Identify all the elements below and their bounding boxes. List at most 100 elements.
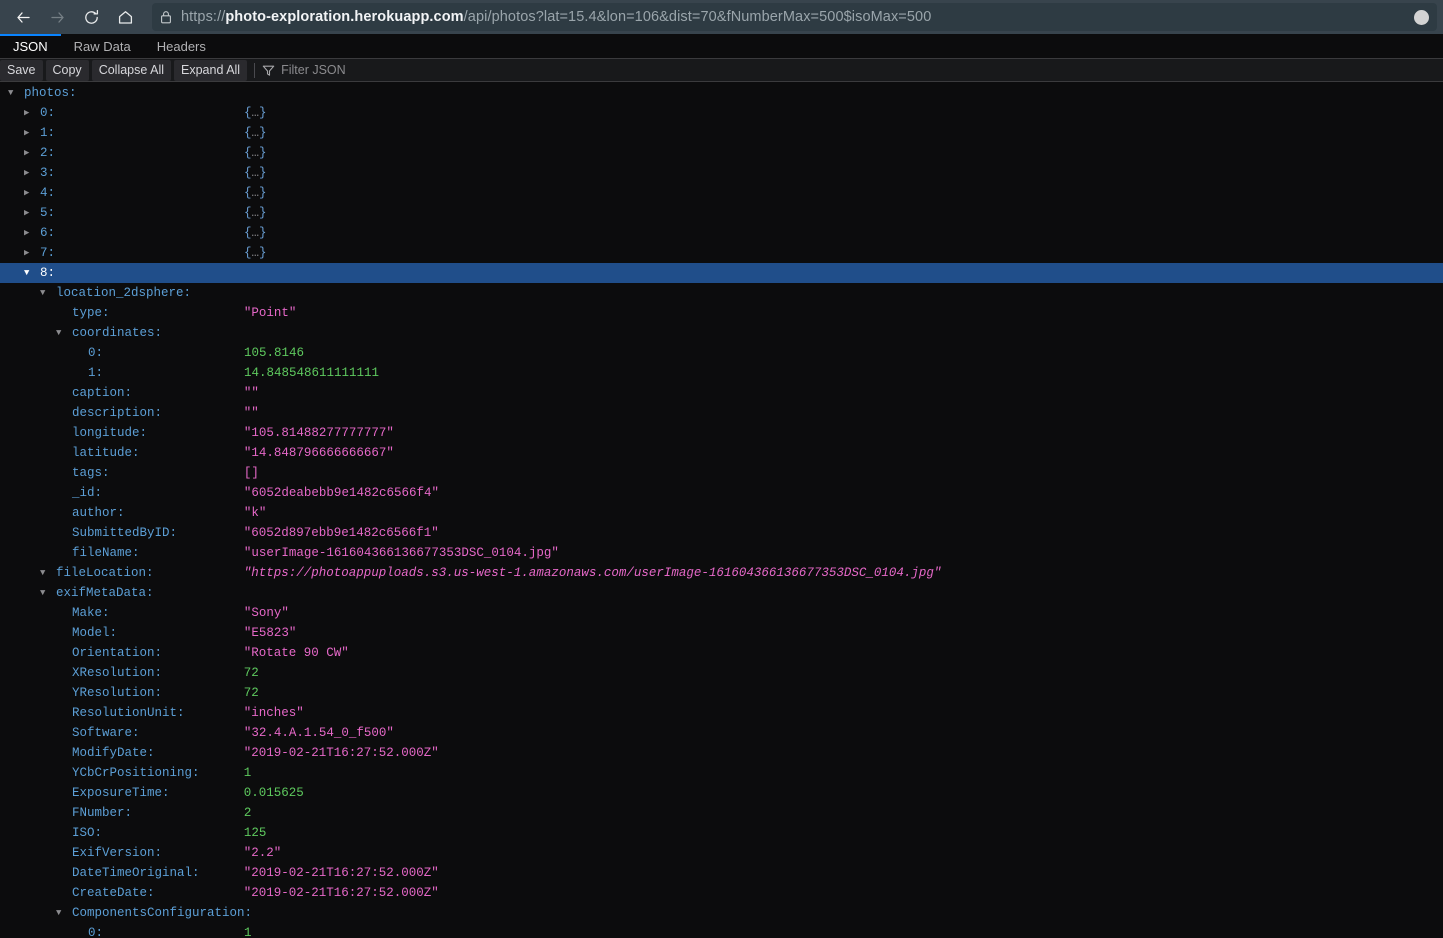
json-row[interactable]: ▼ exifMetaData:: [0, 583, 1443, 603]
json-row[interactable]: ExifVersion: "2.2": [0, 843, 1443, 863]
json-key: tags:: [72, 466, 110, 480]
json-row[interactable]: ▼ 8:: [0, 263, 1443, 283]
json-row[interactable]: ResolutionUnit: "inches": [0, 703, 1443, 723]
chevron-right-icon[interactable]: ▶: [24, 163, 36, 183]
json-row[interactable]: caption: "": [0, 383, 1443, 403]
json-row[interactable]: XResolution: 72: [0, 663, 1443, 683]
filter-json-field[interactable]: [262, 63, 1443, 77]
collapse-all-button[interactable]: Collapse All: [91, 59, 172, 81]
json-row[interactable]: ▼ photos:: [0, 83, 1443, 103]
json-key: ResolutionUnit:: [72, 706, 185, 720]
forward-button[interactable]: [40, 2, 74, 32]
json-row[interactable]: description: "": [0, 403, 1443, 423]
json-row[interactable]: tags: []: [0, 463, 1443, 483]
json-value: {…}: [243, 206, 267, 220]
json-value: "userImage-161604366136677353DSC_0104.jp…: [243, 546, 559, 560]
json-row[interactable]: ModifyDate: "2019-02-21T16:27:52.000Z": [0, 743, 1443, 763]
chevron-right-icon[interactable]: ▶: [24, 143, 36, 163]
json-row[interactable]: latitude: "14.848796666666667": [0, 443, 1443, 463]
json-value: "Sony": [243, 606, 289, 620]
json-value: 125: [243, 826, 267, 840]
home-button[interactable]: [108, 2, 142, 32]
json-key: Software:: [72, 726, 140, 740]
json-row[interactable]: fileName: "userImage-161604366136677353DS…: [0, 543, 1443, 563]
json-row[interactable]: longitude: "105.81488277777777": [0, 423, 1443, 443]
json-row[interactable]: DateTimeOriginal: "2019-02-21T16:27:52.00…: [0, 863, 1443, 883]
copy-button[interactable]: Copy: [45, 59, 89, 81]
json-row[interactable]: 0: 105.8146: [0, 343, 1443, 363]
json-row[interactable]: ▼ fileLocation: "https://photoappuploads.s…: [0, 563, 1443, 583]
json-row[interactable]: YCbCrPositioning: 1: [0, 763, 1443, 783]
tab-raw-data[interactable]: Raw Data: [61, 34, 144, 58]
json-row[interactable]: Make: "Sony": [0, 603, 1443, 623]
json-value: "105.81488277777777": [243, 426, 394, 440]
chevron-right-icon[interactable]: ▶: [24, 243, 36, 263]
json-row[interactable]: type: "Point": [0, 303, 1443, 323]
back-button[interactable]: [6, 2, 40, 32]
chevron-right-icon[interactable]: ▶: [24, 203, 36, 223]
json-key: 1:: [88, 366, 104, 380]
chevron-down-icon[interactable]: ▼: [40, 283, 52, 303]
json-toolbar: Save Copy Collapse All Expand All: [0, 59, 1443, 82]
json-row[interactable]: ▶ 0: {…}: [0, 103, 1443, 123]
chevron-down-icon[interactable]: ▼: [56, 903, 68, 923]
json-tree[interactable]: ▼ photos: ▶ 0: {…} ▶ 1: {…} ▶ 2: {…} ▶ 3: {…} ▶ 4: {…} ▶ 5…: [0, 82, 1443, 938]
tab-json[interactable]: JSON: [0, 34, 61, 58]
json-key: fileLocation:: [56, 566, 154, 580]
json-key: _id:: [72, 486, 103, 500]
filter-json-input[interactable]: [281, 63, 1443, 77]
chevron-down-icon[interactable]: ▼: [56, 323, 68, 343]
json-row[interactable]: author: "k": [0, 503, 1443, 523]
chevron-down-icon[interactable]: ▼: [24, 263, 36, 283]
expand-all-button[interactable]: Expand All: [174, 59, 248, 81]
json-key: ExposureTime:: [72, 786, 170, 800]
account-circle-icon[interactable]: [1414, 9, 1429, 25]
json-row[interactable]: ▶ 4: {…}: [0, 183, 1443, 203]
json-row[interactable]: ▶ 2: {…}: [0, 143, 1443, 163]
chevron-down-icon[interactable]: ▼: [40, 563, 52, 583]
json-row[interactable]: ▶ 7: {…}: [0, 243, 1443, 263]
reload-button[interactable]: [74, 2, 108, 32]
json-value: "2019-02-21T16:27:52.000Z": [243, 866, 439, 880]
json-row[interactable]: 1: 14.848548611111111: [0, 363, 1443, 383]
chevron-right-icon[interactable]: ▶: [24, 223, 36, 243]
json-value: {…}: [243, 146, 267, 160]
json-row[interactable]: ▶ 3: {…}: [0, 163, 1443, 183]
chevron-right-icon[interactable]: ▶: [24, 123, 36, 143]
json-row[interactable]: Model: "E5823": [0, 623, 1443, 643]
tab-json-label: JSON: [13, 38, 48, 54]
json-key: coordinates:: [72, 326, 163, 340]
json-row[interactable]: YResolution: 72: [0, 683, 1443, 703]
json-key: 3:: [40, 166, 56, 180]
url-bar[interactable]: https://photo-exploration.herokuapp.com/…: [152, 3, 1437, 31]
json-row[interactable]: FNumber: 2: [0, 803, 1443, 823]
json-row[interactable]: Orientation: "Rotate 90 CW": [0, 643, 1443, 663]
json-key: 1:: [40, 126, 56, 140]
json-row[interactable]: ▼ coordinates:: [0, 323, 1443, 343]
json-row[interactable]: 0: 1: [0, 923, 1443, 938]
json-value: {…}: [243, 186, 267, 200]
json-row[interactable]: ▼ ComponentsConfiguration:: [0, 903, 1443, 923]
chevron-right-icon[interactable]: ▶: [24, 103, 36, 123]
chevron-down-icon[interactable]: ▼: [40, 583, 52, 603]
json-row[interactable]: ▼ location_2dsphere:: [0, 283, 1443, 303]
json-row[interactable]: ISO: 125: [0, 823, 1443, 843]
chevron-right-icon[interactable]: ▶: [24, 183, 36, 203]
json-value: {…}: [243, 166, 267, 180]
json-row[interactable]: ▶ 6: {…}: [0, 223, 1443, 243]
json-key: 2:: [40, 146, 56, 160]
json-row[interactable]: ▶ 5: {…}: [0, 203, 1443, 223]
json-key: XResolution:: [72, 666, 163, 680]
tab-headers-label: Headers: [156, 38, 206, 54]
json-row[interactable]: _id: "6052deabebb9e1482c6566f4": [0, 483, 1443, 503]
json-row[interactable]: Software: "32.4.A.1.54_0_f500": [0, 723, 1443, 743]
json-row[interactable]: CreateDate: "2019-02-21T16:27:52.000Z": [0, 883, 1443, 903]
json-value: "": [243, 406, 259, 420]
json-row[interactable]: ExposureTime: 0.015625: [0, 783, 1443, 803]
tab-headers[interactable]: Headers: [144, 34, 219, 58]
chevron-down-icon[interactable]: ▼: [8, 83, 20, 103]
json-row[interactable]: SubmittedByID: "6052d897ebb9e1482c6566f1": [0, 523, 1443, 543]
json-row[interactable]: ▶ 1: {…}: [0, 123, 1443, 143]
save-button[interactable]: Save: [0, 59, 43, 81]
json-value: {…}: [243, 126, 267, 140]
